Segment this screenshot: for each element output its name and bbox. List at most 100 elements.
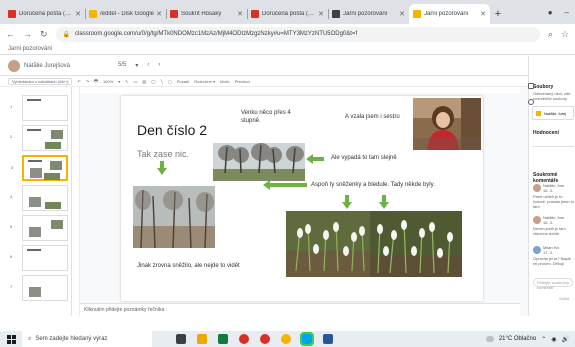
- textbox-tool-icon[interactable]: ▭: [134, 79, 138, 84]
- address-bar[interactable]: 🔒 classroom.google.com/u/0/g/tg/MTk0NDOM…: [55, 26, 540, 42]
- slide-text-jinak[interactable]: Jinak zrovna sněžilo, ale nejde to vidět: [137, 263, 240, 271]
- browser-tab-4[interactable]: Jarni pozorování ✕: [328, 4, 409, 24]
- slide-thumb-2[interactable]: 2: [10, 125, 68, 151]
- comment-tool-icon[interactable]: ▢: [168, 79, 172, 84]
- background-button[interactable]: Pozadí: [177, 79, 189, 84]
- meet-icon[interactable]: [300, 332, 314, 346]
- chevron-down-icon[interactable]: ▾: [135, 62, 138, 69]
- browser-tab-3[interactable]: Doručená pošta (7 22 ✕: [247, 4, 328, 24]
- open-in-new-icon[interactable]: [528, 83, 534, 89]
- close-icon[interactable]: ✕: [399, 10, 405, 18]
- slide-thumb-4[interactable]: 4: [10, 185, 68, 211]
- file-explorer-icon[interactable]: [197, 334, 207, 344]
- send-button[interactable]: Sdílet: [559, 296, 575, 301]
- windows-start-icon[interactable]: [0, 334, 22, 344]
- browser-tab-0[interactable]: Doručená pošta (1 34 ✕: [4, 4, 85, 24]
- windows-taskbar: ⌕ Sem zadejte hledaný výraz 21°C Oblačno…: [0, 331, 575, 347]
- new-tab-button[interactable]: +: [490, 4, 506, 24]
- image-tool-icon[interactable]: ▨: [142, 79, 146, 84]
- chrome-icon[interactable]: [239, 334, 249, 344]
- zoom-dropdown[interactable]: ▾: [118, 79, 120, 84]
- divider: [532, 146, 574, 147]
- zoom-button[interactable]: 100%: [103, 79, 113, 84]
- private-comment-input[interactable]: Přidejte soukromý komentář: [533, 278, 573, 290]
- thumb-image: [44, 173, 60, 180]
- taskbar-search[interactable]: ⌕ Sem zadejte hledaný výraz: [22, 331, 152, 347]
- forward-icon[interactable]: →: [23, 29, 32, 39]
- slide-text-venku[interactable]: Venku něco přes 4 stupně.: [241, 110, 311, 126]
- student-name[interactable]: Natălie Jurejšová: [24, 63, 84, 69]
- select-tool-icon[interactable]: ↖: [125, 79, 128, 84]
- close-icon[interactable]: ✕: [237, 10, 243, 18]
- close-icon[interactable]: ✕: [156, 10, 162, 18]
- slide-title[interactable]: Den číslo 2: [137, 122, 207, 138]
- photo-snowdrops-1[interactable]: [286, 211, 372, 277]
- reload-icon[interactable]: ↻: [40, 29, 48, 40]
- weather-text[interactable]: 21°C Oblačno: [499, 336, 536, 342]
- chevron-left-icon[interactable]: ‹: [147, 62, 149, 69]
- pager-text: 5/5: [118, 62, 127, 68]
- file-attachment[interactable]: Natălie Jurej: [532, 106, 574, 120]
- speaker-notes[interactable]: Kliknutím přidejte poznámky řečníka: [80, 303, 520, 316]
- avatar: [8, 59, 20, 72]
- shape-tool-icon[interactable]: ◯: [151, 79, 155, 84]
- avatar: [533, 184, 541, 192]
- slide-thumb-1[interactable]: 1: [10, 95, 68, 121]
- menu-search[interactable]: Vyhledávání v nabídkách (Alt+/): [8, 78, 73, 85]
- star-icon[interactable]: ☆: [561, 29, 569, 40]
- photo-snowdrops-2[interactable]: [370, 211, 462, 277]
- close-icon[interactable]: ✕: [75, 10, 81, 18]
- browser-tab-5-active[interactable]: Jarni pozorováni ✕: [409, 4, 490, 24]
- editor-toolbar: Vyhledávání v nabídkách (Alt+/) ↶ ↷ 🖶 10…: [0, 77, 528, 87]
- account-icon[interactable]: ●: [548, 8, 553, 17]
- line-tool-icon[interactable]: ╲: [161, 79, 163, 84]
- thumb-image: [50, 161, 62, 170]
- slides-file-icon: [536, 111, 541, 116]
- layout-button[interactable]: Rozložení ▾: [194, 79, 215, 84]
- chrome-icon[interactable]: [260, 334, 270, 344]
- slide-thumb-7[interactable]: 7: [10, 275, 68, 301]
- slide-thumb-5[interactable]: 5: [10, 215, 68, 241]
- browser-toolbar: ← → ↻ 🔒 classroom.google.com/u/0/g/tg/MT…: [0, 24, 575, 44]
- back-icon[interactable]: ←: [6, 29, 15, 39]
- minimize-icon[interactable]: –: [565, 8, 569, 17]
- assignment-title: Jarni pozorováni: [0, 44, 575, 55]
- redo-button[interactable]: ↷: [86, 79, 89, 84]
- chrome-icon[interactable]: [281, 334, 291, 344]
- thumb-title: [27, 129, 41, 131]
- photo-trees-field[interactable]: [213, 143, 305, 181]
- search-icon[interactable]: ⌕: [548, 29, 553, 40]
- slide-canvas[interactable]: Den číslo 2 Tak zase nic. Venku něco pře…: [121, 96, 483, 301]
- chevron-up-icon[interactable]: ⌃: [541, 336, 546, 343]
- volume-icon[interactable]: 🔊: [562, 336, 569, 343]
- tab-title: Doručená pošta (7 22: [262, 11, 317, 17]
- cloud-icon: [485, 336, 494, 342]
- excel-icon[interactable]: [218, 334, 228, 344]
- photo-girl[interactable]: [413, 98, 481, 150]
- undo-button[interactable]: ↶: [77, 79, 80, 84]
- browser-tab-1[interactable]: /editel - Disk Google ✕: [85, 4, 166, 24]
- slide-text-snezenky[interactable]: Aspoň ty sněženky a bledule. Tady někde …: [311, 182, 435, 190]
- network-icon[interactable]: ◉: [551, 336, 556, 343]
- arrow-down-icon: [379, 195, 389, 209]
- outlook-icon[interactable]: [323, 334, 333, 344]
- chevron-right-icon[interactable]: ›: [158, 62, 160, 69]
- gmail-icon: [8, 10, 16, 18]
- task-view-icon[interactable]: [176, 334, 186, 344]
- photo-forest-snow[interactable]: [133, 186, 215, 248]
- thumb-title: [28, 160, 42, 162]
- slide-text-vypada[interactable]: Ale vypadá to tam stejně: [331, 155, 397, 163]
- slide-thumb-6[interactable]: 6: [10, 245, 68, 271]
- close-icon[interactable]: ✕: [318, 10, 324, 18]
- print-button[interactable]: 🖶: [94, 78, 98, 85]
- close-icon[interactable]: ✕: [480, 10, 486, 18]
- slide-thumb-3-selected[interactable]: 3: [11, 155, 68, 181]
- thread-icon: [170, 10, 178, 18]
- info-icon[interactable]: [528, 99, 534, 105]
- theme-button[interactable]: Motiv: [220, 79, 230, 84]
- browser-tab-2[interactable]: Soukrit Hosaky ✕: [166, 4, 247, 24]
- transition-button[interactable]: Přechod: [235, 79, 250, 84]
- slide-text-tak-zase[interactable]: Tak zase nic.: [137, 149, 189, 159]
- tab-title: Jarni pozorování: [343, 11, 388, 17]
- window-controls: ● –: [548, 0, 575, 24]
